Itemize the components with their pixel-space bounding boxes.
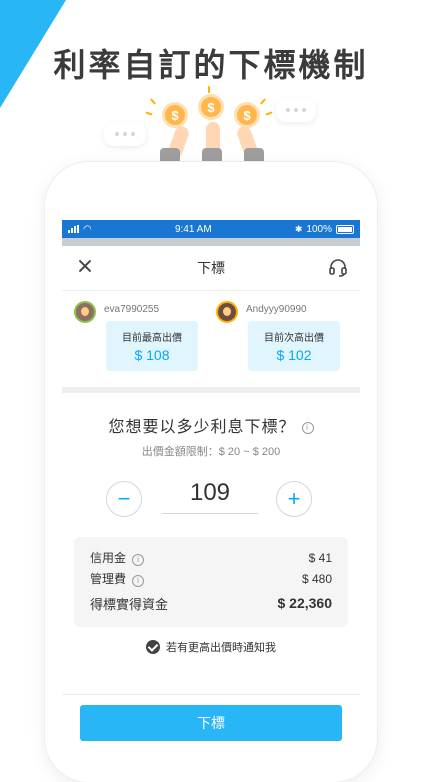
fee-value: $ 480 bbox=[301, 571, 332, 586]
sparkle-icon bbox=[145, 111, 153, 116]
decrement-button[interactable]: − bbox=[106, 481, 142, 517]
fee-row-credit: 信用金 i $ 41 bbox=[90, 547, 332, 568]
bid-label: 目前最高出價 bbox=[122, 333, 182, 344]
coin-icon: $ bbox=[162, 102, 188, 128]
fee-row-management: 管理費 i $ 480 bbox=[90, 568, 332, 589]
fee-label: 管理費 bbox=[90, 572, 127, 586]
coin-icon: $ bbox=[198, 94, 224, 120]
app-screen: ◠ 9:41 AM ✱ 100% 下標 eva7990255 目前最高出價 $ … bbox=[62, 220, 360, 750]
status-bar: ◠ 9:41 AM ✱ 100% bbox=[62, 220, 360, 238]
fee-row-total: 得標實得資金 $ 22,360 bbox=[90, 589, 332, 617]
close-icon[interactable] bbox=[76, 257, 94, 275]
signal-icon bbox=[68, 225, 79, 233]
increment-button[interactable]: + bbox=[276, 481, 312, 517]
info-icon[interactable]: i bbox=[132, 575, 145, 587]
bidder-username: Andyyy90990 bbox=[246, 304, 307, 315]
chat-bubble-icon bbox=[104, 122, 146, 146]
info-icon[interactable]: i bbox=[132, 554, 145, 566]
total-value: $ 22,360 bbox=[277, 595, 333, 611]
top-bids-section: eva7990255 目前最高出價 $ 108 Andyyy90990 目前次高… bbox=[62, 291, 360, 387]
checkbox-checked-icon[interactable] bbox=[146, 640, 160, 654]
fee-value: $ 41 bbox=[308, 550, 332, 565]
battery-percent: 100% bbox=[306, 223, 332, 235]
total-label: 得標實得資金 bbox=[90, 596, 169, 612]
coins-illustration: $ $ $ bbox=[0, 86, 422, 168]
avatar bbox=[216, 301, 238, 323]
notify-option[interactable]: 若有更高出價時通知我 bbox=[62, 639, 360, 655]
bidder-username: eva7990255 bbox=[104, 304, 160, 315]
sparkle-icon bbox=[149, 98, 157, 105]
submit-bid-button[interactable]: 下標 bbox=[80, 705, 342, 741]
coin-icon: $ bbox=[234, 102, 260, 128]
bid-value-input[interactable]: 109 bbox=[162, 479, 258, 514]
sparkle-icon bbox=[208, 86, 210, 93]
bid-card: 目前次高出價 $ 102 bbox=[248, 321, 340, 371]
status-time: 9:41 AM bbox=[174, 223, 212, 235]
section-divider bbox=[62, 387, 360, 393]
bid-limit: 出價金額限制：$ 20 ~ $ 200 bbox=[141, 446, 281, 458]
info-icon[interactable]: i bbox=[301, 422, 314, 434]
chat-bubble-icon bbox=[276, 98, 316, 122]
bid-stepper: − 109 + bbox=[62, 475, 360, 525]
bid-question-text: 您想要以多少利息下標？ bbox=[108, 419, 296, 436]
fee-summary: 信用金 i $ 41 管理費 i $ 480 得標實得資金 $ 22,360 bbox=[74, 537, 348, 627]
modal-backdrop bbox=[62, 238, 360, 246]
modal-title: 下標 bbox=[197, 260, 225, 276]
bid-amount: $ 108 bbox=[134, 347, 170, 363]
headset-icon[interactable] bbox=[328, 258, 348, 278]
fee-label: 信用金 bbox=[90, 551, 127, 565]
bid-question: 您想要以多少利息下標？ i bbox=[62, 413, 360, 437]
notify-label: 若有更高出價時通知我 bbox=[166, 642, 276, 654]
bid-amount: $ 102 bbox=[276, 347, 312, 363]
promo-headline: 利率自訂的下標機制 bbox=[53, 47, 369, 83]
bottom-action-bar: 下標 bbox=[62, 694, 360, 750]
wifi-icon: ◠ bbox=[83, 223, 92, 235]
sparkle-icon bbox=[265, 111, 273, 116]
bluetooth-icon: ✱ bbox=[294, 223, 303, 234]
avatar bbox=[74, 301, 96, 323]
battery-icon bbox=[336, 224, 354, 234]
modal-header: 下標 bbox=[62, 246, 360, 291]
bid-label: 目前次高出價 bbox=[264, 333, 324, 344]
sparkle-icon bbox=[259, 98, 267, 105]
bid-card: 目前最高出價 $ 108 bbox=[106, 321, 198, 371]
